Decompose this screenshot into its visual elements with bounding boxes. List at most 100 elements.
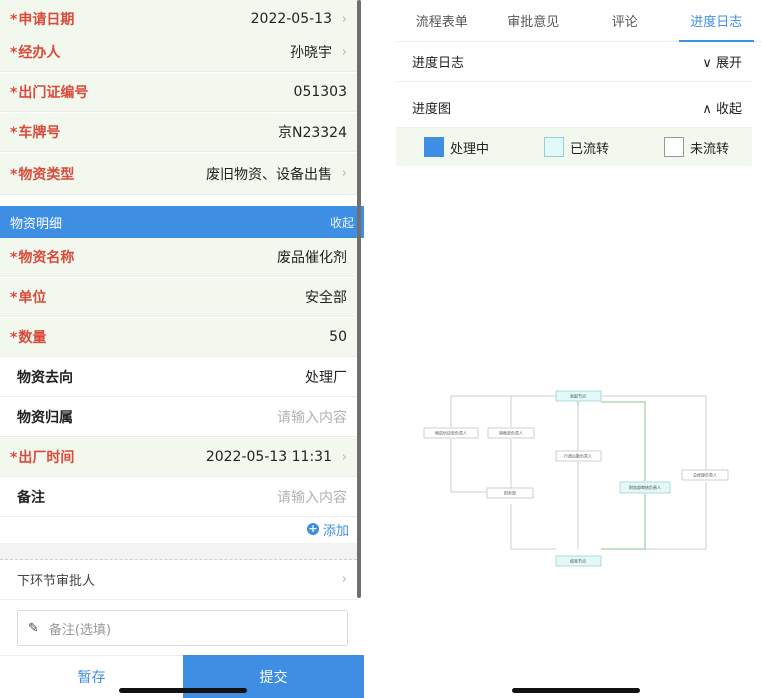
field-label-text: 数量 [18, 330, 47, 346]
section-collapse-button[interactable]: 收起 [330, 214, 354, 231]
legend-swatch [664, 137, 684, 157]
tab-2[interactable]: 评论 [579, 0, 671, 41]
field-value[interactable]: 安全部 [46, 287, 347, 307]
field-label: *数量 [10, 327, 46, 347]
plus-icon: + [306, 522, 319, 535]
legend-label: 未流转 [690, 141, 730, 157]
form-row[interactable]: *车牌号 京N23324 [0, 113, 357, 152]
add-label: 添加 [322, 523, 349, 539]
scrollbar[interactable] [357, 0, 361, 598]
required-star: * [10, 290, 18, 306]
field-label: *车牌号 [10, 122, 60, 142]
note-input[interactable]: ✎ 备注(选填) [17, 610, 348, 646]
chevron-right-icon: › [341, 449, 347, 465]
section-title: 物资明细 [10, 216, 63, 232]
material-detail-section-header[interactable]: 物资明细 收起 [0, 206, 364, 238]
field-value[interactable]: 2022-05-13 [74, 11, 332, 27]
field-label: *物资类型 [10, 164, 74, 184]
field-label-text: 单位 [18, 290, 47, 306]
legend-swatch [424, 137, 444, 157]
progress-chart-row[interactable]: 进度图 ∧ 收起 [396, 88, 752, 128]
field-label: 备注 [10, 487, 45, 507]
field-label: *经办人 [10, 42, 60, 62]
flow-node-start-label: 发起节点 [570, 393, 586, 399]
tab-1[interactable]: 审批意见 [488, 0, 580, 41]
flow-node-6-label: 总经理负责人 [693, 472, 717, 478]
legend-swatch [544, 137, 564, 157]
field-label-text: 车牌号 [18, 125, 61, 141]
field-label: *单位 [10, 287, 46, 307]
legend-label: 处理中 [450, 141, 490, 157]
chevron-right-icon: › [341, 44, 347, 60]
legend-item: 已流转 [544, 137, 609, 157]
chevron-right-icon: › [341, 166, 347, 181]
flow-legend: 处理中 已流转 未流转 [396, 128, 752, 166]
form-row[interactable]: *数量 50 [0, 318, 357, 357]
field-value[interactable]: 2022-05-13 11:31 [74, 449, 332, 465]
form-row[interactable]: *物资名称 废品催化剂 [0, 238, 357, 277]
field-value[interactable]: 废旧物资、设备出售 [74, 164, 332, 184]
tab-3[interactable]: 进度日志 [671, 0, 762, 42]
field-value[interactable]: 50 [46, 329, 347, 345]
field-label: *出厂时间 [10, 447, 74, 467]
field-value[interactable]: 处理厂 [73, 367, 347, 387]
field-label: 物资去向 [10, 367, 73, 387]
form-row[interactable]: *经办人 孙晓宇 › [0, 33, 357, 72]
field-value[interactable]: 京N23324 [60, 122, 347, 142]
form-row[interactable]: 备注 请输入内容 [0, 478, 357, 517]
field-label-text: 备注 [17, 490, 45, 506]
divider [0, 543, 357, 560]
tab-0[interactable]: 流程表单 [396, 0, 488, 41]
required-star: * [10, 12, 18, 28]
field-label-text: 物资归属 [17, 410, 73, 426]
flow-diagram-svg: 发起节点 物资供应部负责人 销售部负责人 行政后勤负责人 财务部 财务部审核负责… [423, 390, 729, 567]
progress-chart-title: 进度图 [412, 102, 452, 117]
form-row[interactable]: 物资去向 处理厂 [0, 358, 357, 397]
field-value[interactable]: 废品催化剂 [74, 247, 347, 267]
flow-node-end-label: 结束节点 [570, 558, 586, 564]
field-label-text: 出厂时间 [18, 450, 75, 466]
field-label: *物资名称 [10, 247, 74, 267]
note-placeholder: 备注(选填) [48, 622, 112, 638]
field-label-text: 申请日期 [18, 12, 75, 28]
required-star: * [10, 125, 18, 141]
field-label-text: 经办人 [18, 45, 61, 61]
home-indicator[interactable] [119, 688, 247, 693]
legend-item: 未流转 [664, 137, 729, 157]
tab-bar: 流程表单 审批意见 评论 进度日志 [396, 0, 762, 42]
progress-log-row[interactable]: 进度日志 ∨ 展开 [396, 42, 752, 82]
required-star: * [10, 85, 18, 101]
progress-pane: 流程表单 审批意见 评论 进度日志 进度日志 ∨ 展开 进度图 ∧ 收起 处理中 已流转… [396, 0, 762, 698]
flow-node-4-label: 财务部 [504, 490, 516, 496]
field-label: *申请日期 [10, 9, 74, 29]
field-value[interactable]: 孙晓宇 [60, 42, 332, 62]
field-value[interactable]: 请输入内容 [45, 487, 347, 507]
collapse-toggle[interactable]: ∧ 收起 [702, 98, 742, 117]
required-star: * [10, 330, 18, 346]
home-indicator[interactable] [512, 688, 640, 693]
form-row[interactable]: *物资类型 废旧物资、设备出售 › [0, 153, 357, 195]
form-row[interactable]: *出厂时间 2022-05-13 11:31 › [0, 438, 357, 477]
next-approver-row[interactable]: 下环节审批人 › [0, 560, 357, 600]
field-label-text: 出门证编号 [18, 85, 89, 101]
add-item-button[interactable]: + 添加 [0, 517, 357, 541]
progress-log-title: 进度日志 [412, 56, 465, 71]
application-form-pane: *申请日期 2022-05-13 › *经办人 孙晓宇 › *出门证编号 051303 *车牌号… [0, 0, 364, 698]
flow-node-2-label: 销售部负责人 [499, 430, 523, 436]
required-star: * [10, 250, 18, 266]
field-value[interactable]: 051303 [88, 84, 347, 100]
chevron-right-icon: › [341, 572, 347, 587]
flow-diagram[interactable]: 发起节点 物资供应部负责人 销售部负责人 行政后勤负责人 财务部 财务部审核负责… [396, 166, 752, 666]
expand-toggle[interactable]: ∨ 展开 [702, 52, 742, 71]
pencil-icon: ✎ [28, 620, 39, 636]
flow-node-5-label: 财务部审核负责人 [629, 484, 661, 490]
form-row[interactable]: *单位 安全部 [0, 278, 357, 317]
form-row[interactable]: 物资归属 请输入内容 [0, 398, 357, 437]
field-value[interactable]: 请输入内容 [73, 407, 347, 427]
flow-node-1-label: 物资供应部负责人 [435, 430, 467, 436]
required-star: * [10, 45, 18, 61]
next-approver-label: 下环节审批人 [17, 574, 96, 589]
field-label-text: 物资去向 [17, 370, 73, 386]
form-row[interactable]: *出门证编号 051303 [0, 73, 357, 112]
field-label: *出门证编号 [10, 82, 88, 102]
